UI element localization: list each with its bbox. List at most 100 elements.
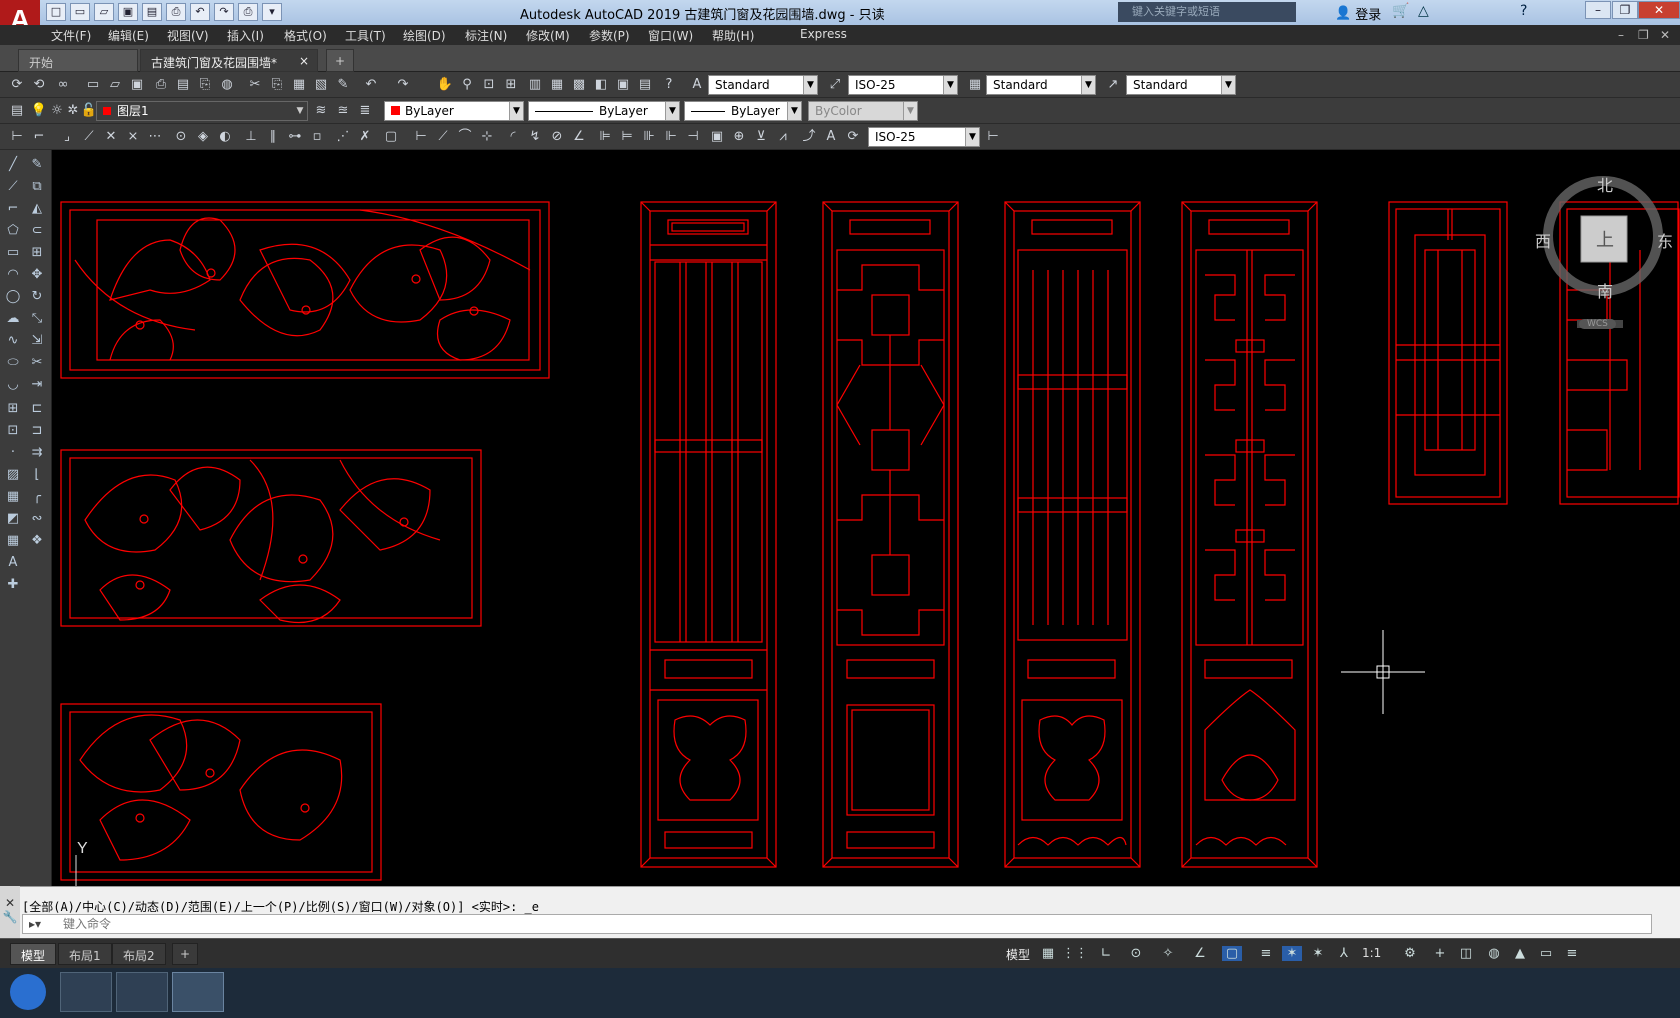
make-current-icon[interactable]: ≋: [312, 102, 330, 120]
copy-icon[interactable]: ⎘: [268, 76, 286, 94]
annotation-scale-icon[interactable]: ⅄: [1334, 946, 1354, 961]
linetype-dropdown[interactable]: ByLayer ▼: [528, 101, 680, 121]
otrack-icon[interactable]: ∠: [1190, 946, 1210, 961]
doc-minimize-icon[interactable]: –: [1618, 28, 1624, 42]
annotation-scale-value[interactable]: 1:1: [1362, 946, 1381, 960]
polar-icon[interactable]: ⊙: [1126, 946, 1146, 961]
close-command-icon[interactable]: ✕: [0, 896, 20, 910]
annotation-visibility-icon[interactable]: ✶: [1308, 946, 1328, 961]
dim-style-dropdown[interactable]: ISO-25 ▼: [848, 75, 958, 95]
dim-space-icon[interactable]: ⊩: [662, 128, 680, 146]
layer-dropdown[interactable]: 图层1 ▼: [96, 101, 308, 121]
window-panel-5[interactable]: [1388, 201, 1508, 505]
apparent-int-icon[interactable]: ⨯: [124, 128, 142, 146]
calculator-icon[interactable]: ▤: [636, 76, 654, 94]
customization-icon[interactable]: ≡: [1562, 946, 1582, 961]
menu-item-5[interactable]: 工具(T): [345, 27, 386, 44]
minimize-button[interactable]: –: [1585, 1, 1611, 19]
print-icon[interactable]: ⎙: [238, 3, 258, 21]
dim-edit-icon[interactable]: ⤴: [800, 128, 818, 146]
zoom-window-icon[interactable]: ⊡: [480, 76, 498, 94]
osnap-icon[interactable]: ▢: [1222, 946, 1242, 961]
customize-dropdown-icon[interactable]: ▾: [262, 3, 282, 21]
rotate-icon[interactable]: ↻: [28, 288, 46, 306]
table-icon[interactable]: ▦: [4, 532, 22, 550]
workspace-icon[interactable]: ◫: [1456, 946, 1476, 961]
open-icon[interactable]: ▱: [106, 76, 124, 94]
trim-icon[interactable]: ✂: [28, 354, 46, 372]
globe-icon[interactable]: ◍: [218, 76, 236, 94]
break-point-icon[interactable]: ⊏: [28, 400, 46, 418]
aligned-dim-icon[interactable]: ⌐: [30, 128, 48, 146]
preview-icon[interactable]: ▤: [174, 76, 192, 94]
center-mark-icon[interactable]: ⊕: [730, 128, 748, 146]
layout-tab-1[interactable]: 布局1: [58, 943, 112, 965]
brush-icon[interactable]: ✎: [334, 76, 352, 94]
pan-icon[interactable]: ✋: [436, 76, 454, 94]
baseline-icon[interactable]: ⊨: [618, 128, 636, 146]
link-icon[interactable]: ∞: [54, 76, 72, 94]
zoom-realtime-icon[interactable]: ⚲: [458, 76, 476, 94]
node-snap-icon[interactable]: ▫: [308, 128, 326, 146]
layout-tab-2[interactable]: 布局2: [112, 943, 166, 965]
join-icon[interactable]: ⇉: [28, 444, 46, 462]
customize-command-icon[interactable]: 🔧: [0, 910, 20, 924]
menu-item-11[interactable]: 帮助(H): [712, 27, 754, 44]
parallel-snap-icon[interactable]: ∥: [264, 128, 282, 146]
quick-dim-icon[interactable]: ⊫: [596, 128, 614, 146]
sign-in-area[interactable]: 👤 登录: [1335, 4, 1381, 23]
dim-text-edit-icon[interactable]: A: [822, 128, 840, 146]
wcs-menu[interactable]: WCS: [1579, 319, 1616, 329]
command-input[interactable]: ▸▾ 键入命令: [22, 914, 1652, 934]
revcloud-icon[interactable]: ☁: [4, 310, 22, 328]
dim-style-manager-icon[interactable]: ⊢: [984, 128, 1002, 146]
break-icon[interactable]: ⊐: [28, 422, 46, 440]
tab-start[interactable]: 开始: [18, 49, 138, 72]
cart-icon[interactable]: 🛒: [1392, 3, 1409, 19]
paste-icon[interactable]: ▦: [290, 76, 308, 94]
make-block-icon[interactable]: ⊡: [4, 422, 22, 440]
tab-document[interactable]: 古建筑门窗及花园围墙* ×: [140, 49, 318, 72]
ordinate-icon[interactable]: ⊹: [478, 128, 496, 146]
viewcube-south[interactable]: 南: [1597, 278, 1613, 302]
door-panel-3[interactable]: [1004, 201, 1141, 868]
midpoint-snap-icon[interactable]: ⟋: [80, 128, 98, 146]
door-panel-4[interactable]: [1181, 201, 1318, 868]
move-icon[interactable]: ✥: [28, 266, 46, 284]
viewcube[interactable]: 北 南 西 东 上 WCS: [1535, 168, 1680, 348]
jogged-linear-icon[interactable]: ⩘: [774, 128, 792, 146]
menu-item-12[interactable]: Express: [800, 27, 847, 41]
add-selected-icon[interactable]: ✚: [4, 576, 22, 594]
osnap-settings-icon[interactable]: ▢: [382, 128, 400, 146]
orbit2-icon[interactable]: ⟲: [30, 76, 48, 94]
dim-style-icon[interactable]: ⤢: [826, 76, 844, 94]
viewcube-east[interactable]: 东: [1657, 228, 1673, 252]
layer-manager-icon[interactable]: ▤: [8, 102, 26, 120]
zoom-previous-icon[interactable]: ⊞: [502, 76, 520, 94]
restore-button[interactable]: ❐: [1612, 1, 1638, 19]
doc-restore-icon[interactable]: ❐: [1638, 28, 1649, 42]
array-icon[interactable]: ⊞: [28, 244, 46, 262]
new-icon[interactable]: ▭: [84, 76, 102, 94]
plus-icon[interactable]: +: [1430, 946, 1450, 961]
table-style-dropdown[interactable]: Standard ▼: [986, 75, 1096, 95]
mtext-icon[interactable]: A: [4, 554, 22, 572]
polygon-icon[interactable]: ⬠: [4, 222, 22, 240]
erase-icon[interactable]: ✎: [28, 156, 46, 174]
gear-icon[interactable]: ⚙: [1400, 946, 1420, 961]
center-snap-icon[interactable]: ⊙: [172, 128, 190, 146]
tolerance-icon[interactable]: ▣: [708, 128, 726, 146]
menu-item-6[interactable]: 绘图(D): [403, 27, 446, 44]
rectangle-icon[interactable]: ▭: [4, 244, 22, 262]
jogged-icon[interactable]: ↯: [526, 128, 544, 146]
open-folder-icon[interactable]: ▱: [94, 3, 114, 21]
layer-previous-icon[interactable]: ≊: [334, 102, 352, 120]
scale-icon[interactable]: ⤡: [28, 310, 46, 328]
perpendicular-snap-icon[interactable]: ⊥: [242, 128, 260, 146]
cut-icon[interactable]: ✂: [246, 76, 264, 94]
doc-close-icon[interactable]: ✕: [1660, 28, 1670, 42]
undo-icon[interactable]: ↶: [190, 3, 210, 21]
help-icon[interactable]: ?: [660, 76, 678, 94]
plot-icon[interactable]: ⎙: [152, 76, 170, 94]
menu-item-1[interactable]: 编辑(E): [108, 27, 149, 44]
